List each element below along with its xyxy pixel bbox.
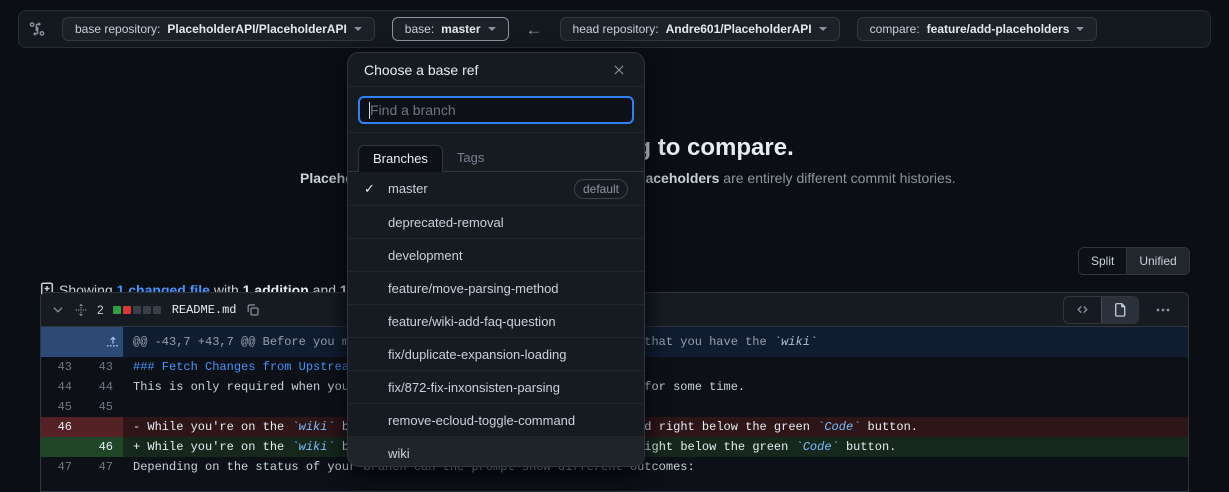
deletion-square: [123, 306, 131, 314]
branch-list-item[interactable]: wiki: [348, 436, 644, 467]
expand-hunk-button[interactable]: [41, 327, 123, 357]
addition-square: [113, 306, 121, 314]
code-line: @@ -43,7 +43,7 @@ Before you make a new …: [123, 327, 1188, 357]
chevron-down-icon: [354, 27, 362, 35]
rich-diff-button[interactable]: [1101, 297, 1138, 323]
base-repository-select[interactable]: base repository: PlaceholderAPI/Placehold…: [62, 17, 375, 41]
base-repository-label: base repository:: [75, 22, 160, 36]
branch-name: fix/872-fix-inxonsisten-parsing: [388, 380, 628, 395]
diffstat: [113, 306, 161, 314]
branch-name: feature/move-parsing-method: [388, 281, 628, 296]
neutral-square: [143, 306, 151, 314]
tab-tags[interactable]: Tags: [443, 145, 498, 171]
code-line: This is only required when your fork exi…: [123, 377, 1188, 397]
branch-list-item[interactable]: feature/move-parsing-method: [348, 271, 644, 304]
base-ref-value: master: [441, 22, 480, 36]
ref-selector-dropdown: Choose a base ref Branches Tags ✓masterd…: [347, 52, 645, 467]
head-repository-select[interactable]: head repository: Andre601/PlaceholderAPI: [560, 17, 840, 41]
dropdown-header: Choose a base ref: [348, 53, 644, 87]
branch-list-item[interactable]: remove-ecloud-toggle-command: [348, 403, 644, 436]
chevron-down-icon: [488, 27, 496, 35]
source-view-button[interactable]: [1064, 297, 1101, 323]
arrow-left-icon: ←: [526, 21, 543, 38]
compare-ref-label: compare:: [870, 22, 920, 36]
line-number-new[interactable]: 46: [82, 437, 123, 457]
branch-name: wiki: [388, 446, 628, 461]
branch-search-input[interactable]: [358, 96, 634, 124]
head-repository-value: Andre601/PlaceholderAPI: [666, 22, 812, 36]
chevron-down-icon: [819, 27, 827, 35]
drag-handle-icon[interactable]: [74, 303, 88, 317]
branch-name: fix/duplicate-expansion-loading: [388, 347, 628, 362]
split-view-button[interactable]: Split: [1079, 248, 1126, 274]
collapse-file-chevron-icon[interactable]: [51, 303, 65, 317]
branch-list-item[interactable]: fix/duplicate-expansion-loading: [348, 337, 644, 370]
git-compare-icon: [29, 21, 45, 37]
ref-type-tabs: Branches Tags: [348, 133, 644, 172]
line-number-new[interactable]: 45: [82, 397, 123, 417]
branch-name: feature/wiki-add-faq-question: [388, 314, 628, 329]
code-line: Depending on the status of your branch c…: [123, 457, 1188, 477]
chevron-down-icon: [1076, 27, 1084, 35]
branch-name: remove-ecloud-toggle-command: [388, 413, 628, 428]
branch-filter: [348, 87, 644, 133]
code-line: - While you're on the `wiki` branch, you…: [123, 417, 1188, 437]
branch-list: ✓masterdefault deprecated-removal developm…: [348, 172, 644, 467]
compare-ref-value: feature/add-placeholders: [927, 22, 1070, 36]
base-repository-value: PlaceholderAPI/PlaceholderAPI: [167, 22, 346, 36]
branch-list-item[interactable]: development: [348, 238, 644, 271]
close-button[interactable]: [610, 61, 628, 79]
line-number-old[interactable]: 43: [41, 357, 82, 377]
dropdown-title: Choose a base ref: [364, 62, 610, 78]
head-repository-label: head repository:: [573, 22, 659, 36]
filename[interactable]: README.md: [172, 303, 237, 317]
line-number-old[interactable]: 46: [41, 417, 82, 437]
base-ref-label: base:: [405, 22, 434, 36]
copy-path-icon[interactable]: [246, 303, 260, 317]
compare-bar: base repository: PlaceholderAPI/Placehold…: [18, 10, 1211, 48]
close-icon: [612, 63, 626, 77]
line-number-new[interactable]: 44: [82, 377, 123, 397]
line-number-new[interactable]: 43: [82, 357, 123, 377]
diff-view-icon-group: [1063, 296, 1139, 324]
unified-view-button[interactable]: Unified: [1126, 248, 1188, 274]
branch-list-item[interactable]: ✓masterdefault: [348, 172, 644, 205]
line-number-new[interactable]: [82, 417, 123, 437]
neutral-square: [133, 306, 141, 314]
code-line: [123, 397, 1188, 417]
branch-list-item[interactable]: deprecated-removal: [348, 205, 644, 238]
file-options-button[interactable]: [1148, 296, 1178, 324]
branch-list-item[interactable]: feature/wiki-add-faq-question: [348, 304, 644, 337]
line-number-new[interactable]: 47: [82, 457, 123, 477]
text-caret: [369, 102, 370, 119]
code-line: ### Fetch Changes from Upstream: [123, 357, 1188, 377]
base-ref-select[interactable]: base: master: [392, 17, 509, 41]
neutral-square: [153, 306, 161, 314]
changed-lines-count: 2: [97, 303, 104, 317]
branch-list-item[interactable]: fix/872-fix-inxonsisten-parsing: [348, 370, 644, 403]
tab-branches[interactable]: Branches: [358, 145, 443, 172]
line-number-old[interactable]: [41, 437, 82, 457]
branch-name: development: [388, 248, 628, 263]
check-icon: ✓: [364, 181, 388, 197]
code-line: + While you're on the `wiki` branch, you…: [123, 437, 1188, 457]
branch-name: deprecated-removal: [388, 215, 628, 230]
compare-ref-select[interactable]: compare: feature/add-placeholders: [857, 17, 1098, 41]
default-badge: default: [574, 179, 628, 199]
branch-name: master: [388, 181, 574, 196]
view-toggle: Split Unified: [1078, 247, 1190, 275]
line-number-old[interactable]: 45: [41, 397, 82, 417]
line-number-old[interactable]: 44: [41, 377, 82, 397]
kebab-icon: [1155, 302, 1171, 318]
line-number-old[interactable]: 47: [41, 457, 82, 477]
